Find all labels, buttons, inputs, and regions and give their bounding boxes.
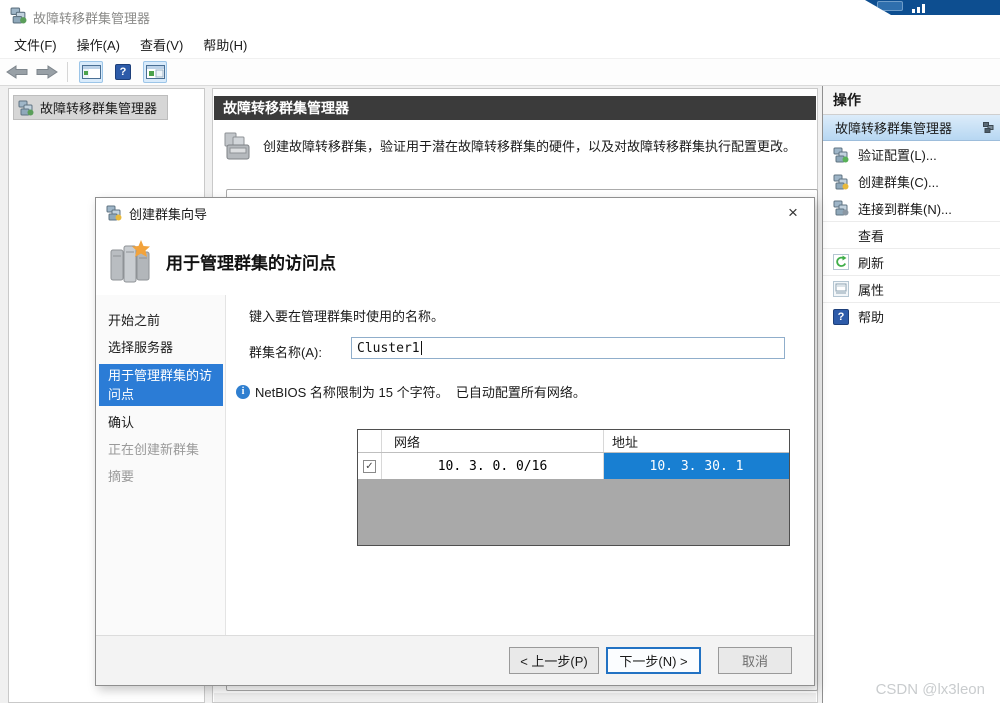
network-cell[interactable]: 10. 3. 0. 0/16 — [382, 453, 604, 479]
action-refresh[interactable]: 刷新 — [823, 249, 1000, 276]
cancel-button[interactable]: 取消 — [718, 647, 792, 674]
name-prompt: 键入要在管理群集时使用的名称。 — [249, 309, 445, 324]
back-button[interactable]: < 上一步(P) — [509, 647, 599, 674]
cluster-tree-icon — [18, 100, 34, 115]
refresh-icon — [833, 254, 849, 270]
menu-help[interactable]: 帮助(H) — [203, 35, 247, 54]
menu-action[interactable]: 操作(A) — [77, 35, 120, 54]
window-title: 故障转移群集管理器 — [33, 11, 151, 26]
cluster-name-value: Cluster1 — [357, 340, 420, 356]
checkbox-column-header — [358, 430, 382, 452]
action-connect-to-cluster[interactable]: 连接到群集(N)... — [823, 195, 1000, 222]
actions-context-label: 故障转移群集管理器 — [835, 121, 953, 136]
back-arrow-icon[interactable] — [4, 62, 30, 82]
action-label: 帮助 — [858, 310, 885, 325]
action-validate-configuration[interactable]: 验证配置(L)... — [823, 141, 1000, 168]
network-column-header: 网络 — [382, 430, 604, 452]
action-label: 创建群集(C)... — [858, 175, 939, 190]
step-select-servers: 选择服务器 — [108, 340, 174, 355]
address-column-header: 地址 — [612, 434, 639, 450]
validate-cluster-icon — [833, 147, 849, 163]
wizard-page-title: 用于管理群集的访问点 — [166, 254, 336, 273]
menu-bar: 文件(F) 操作(A) 查看(V) 帮助(H) — [0, 30, 1000, 58]
help-icon: ? — [833, 308, 849, 325]
table-empty-area — [358, 479, 789, 545]
table-row: ✓ 10. 3. 0. 0/16 10. 3. 30. 1 — [358, 453, 789, 479]
action-label: 属性 — [858, 282, 885, 298]
connect-cluster-icon — [833, 200, 849, 216]
wizard-title: 创建群集向导 — [129, 206, 208, 222]
center-bottom-strip — [214, 693, 816, 702]
step-creating-cluster: 正在创建新群集 — [108, 442, 200, 457]
overview-description-row: 创建故障转移群集，验证用于潜在故障转移群集的硬件，以及对故障转移群集执行配置更改… — [223, 129, 823, 163]
status-banner-fragment — [865, 0, 1000, 15]
menu-file[interactable]: 文件(F) — [14, 35, 57, 54]
properties-icon — [833, 281, 849, 297]
info-icon: i — [236, 384, 250, 399]
console-tree-toggle-button[interactable] — [79, 61, 103, 83]
signal-bars-icon — [912, 3, 928, 13]
network-address-table: 网络 地址 ✓ 10. 3. 0. 0/16 10. 3. 30. 1 — [357, 429, 790, 546]
wizard-steps-nav: 开始之前 选择服务器 用于管理群集的访问点 确认 正在创建新群集 摘要 — [96, 295, 226, 638]
netbios-info-row: i NetBIOS 名称限制为 15 个字符。 已自动配置所有网络。 — [236, 382, 586, 401]
step-summary: 摘要 — [108, 469, 135, 484]
toolbar-help-button[interactable]: ? — [111, 61, 135, 83]
cluster-mini-icon — [983, 122, 994, 133]
cluster-name-input[interactable]: Cluster1 — [351, 337, 785, 359]
wizard-app-icon — [106, 205, 122, 221]
battery-icon — [877, 1, 903, 11]
address-cell-selected[interactable]: 10. 3. 30. 1 — [604, 453, 789, 479]
actions-context-header[interactable]: 故障转移群集管理器 — [823, 115, 1000, 141]
forward-arrow-icon[interactable] — [34, 62, 60, 82]
actions-pane-title: 操作 — [823, 86, 1000, 115]
step-before-you-begin: 开始之前 — [108, 313, 161, 328]
action-label: 连接到群集(N)... — [858, 201, 952, 217]
network-checkbox[interactable]: ✓ — [363, 459, 376, 473]
wizard-page-header: 用于管理群集的访问点 — [96, 228, 814, 295]
toolbar-separator — [67, 62, 68, 82]
window-titlebar: 故障转移群集管理器 — [0, 0, 1000, 30]
table-header-row: 网络 地址 — [358, 430, 789, 453]
actions-panel: 操作 故障转移群集管理器 验证配置(L)... 创建群集(C)... 连接到群集… — [822, 86, 1000, 703]
action-label: 刷新 — [858, 255, 885, 271]
action-label: 查看 — [858, 228, 885, 244]
overview-description: 创建故障转移群集，验证用于潜在故障转移群集的硬件，以及对故障转移群集执行配置更改… — [263, 139, 797, 154]
cluster-app-icon — [10, 7, 27, 29]
step-access-point: 用于管理群集的访问点 — [99, 364, 223, 406]
show-hide-pane-button[interactable] — [143, 61, 167, 83]
create-cluster-wizard-dialog: 创建群集向导 × 用于管理群集的访问点 开始之前 选择服务器 用于管理群集的访问… — [95, 197, 815, 686]
create-cluster-icon — [833, 174, 849, 190]
menu-view[interactable]: 查看(V) — [140, 35, 183, 54]
wizard-footer: < 上一步(P) 下一步(N) > 取消 — [96, 636, 814, 685]
action-view[interactable]: 查看 — [823, 222, 1000, 249]
action-help[interactable]: ? 帮助 — [823, 303, 1000, 330]
netbios-info-text: NetBIOS 名称限制为 15 个字符。 已自动配置所有网络。 — [255, 385, 586, 400]
action-create-cluster[interactable]: 创建群集(C)... — [823, 168, 1000, 195]
csdn-watermark: CSDN @lx3leon — [875, 681, 985, 698]
center-panel-header: 故障转移群集管理器 — [214, 96, 816, 120]
toolbar: ? — [0, 58, 1000, 86]
help-icon: ? — [115, 64, 131, 80]
tree-item-failover-cluster-manager[interactable]: 故障转移群集管理器 — [13, 95, 169, 120]
next-button[interactable]: 下一步(N) > — [606, 647, 701, 674]
failover-cluster-manager-window: 故障转移群集管理器 文件(F) 操作(A) 查看(V) 帮助(H) ? 故障转移… — [0, 0, 1000, 703]
cluster-toolbox-icon — [224, 132, 250, 160]
cluster-access-point-icon — [110, 239, 150, 282]
network-checkbox-cell: ✓ — [358, 453, 382, 479]
tree-item-label: 故障转移群集管理器 — [40, 101, 158, 116]
action-label: 验证配置(L)... — [858, 148, 937, 163]
action-properties[interactable]: 属性 — [823, 276, 1000, 303]
cluster-name-label: 群集名称(A): — [249, 345, 322, 360]
close-icon[interactable]: × — [781, 201, 805, 225]
text-caret — [420, 341, 422, 355]
step-confirmation: 确认 — [108, 415, 135, 430]
wizard-titlebar: 创建群集向导 × — [96, 198, 814, 228]
